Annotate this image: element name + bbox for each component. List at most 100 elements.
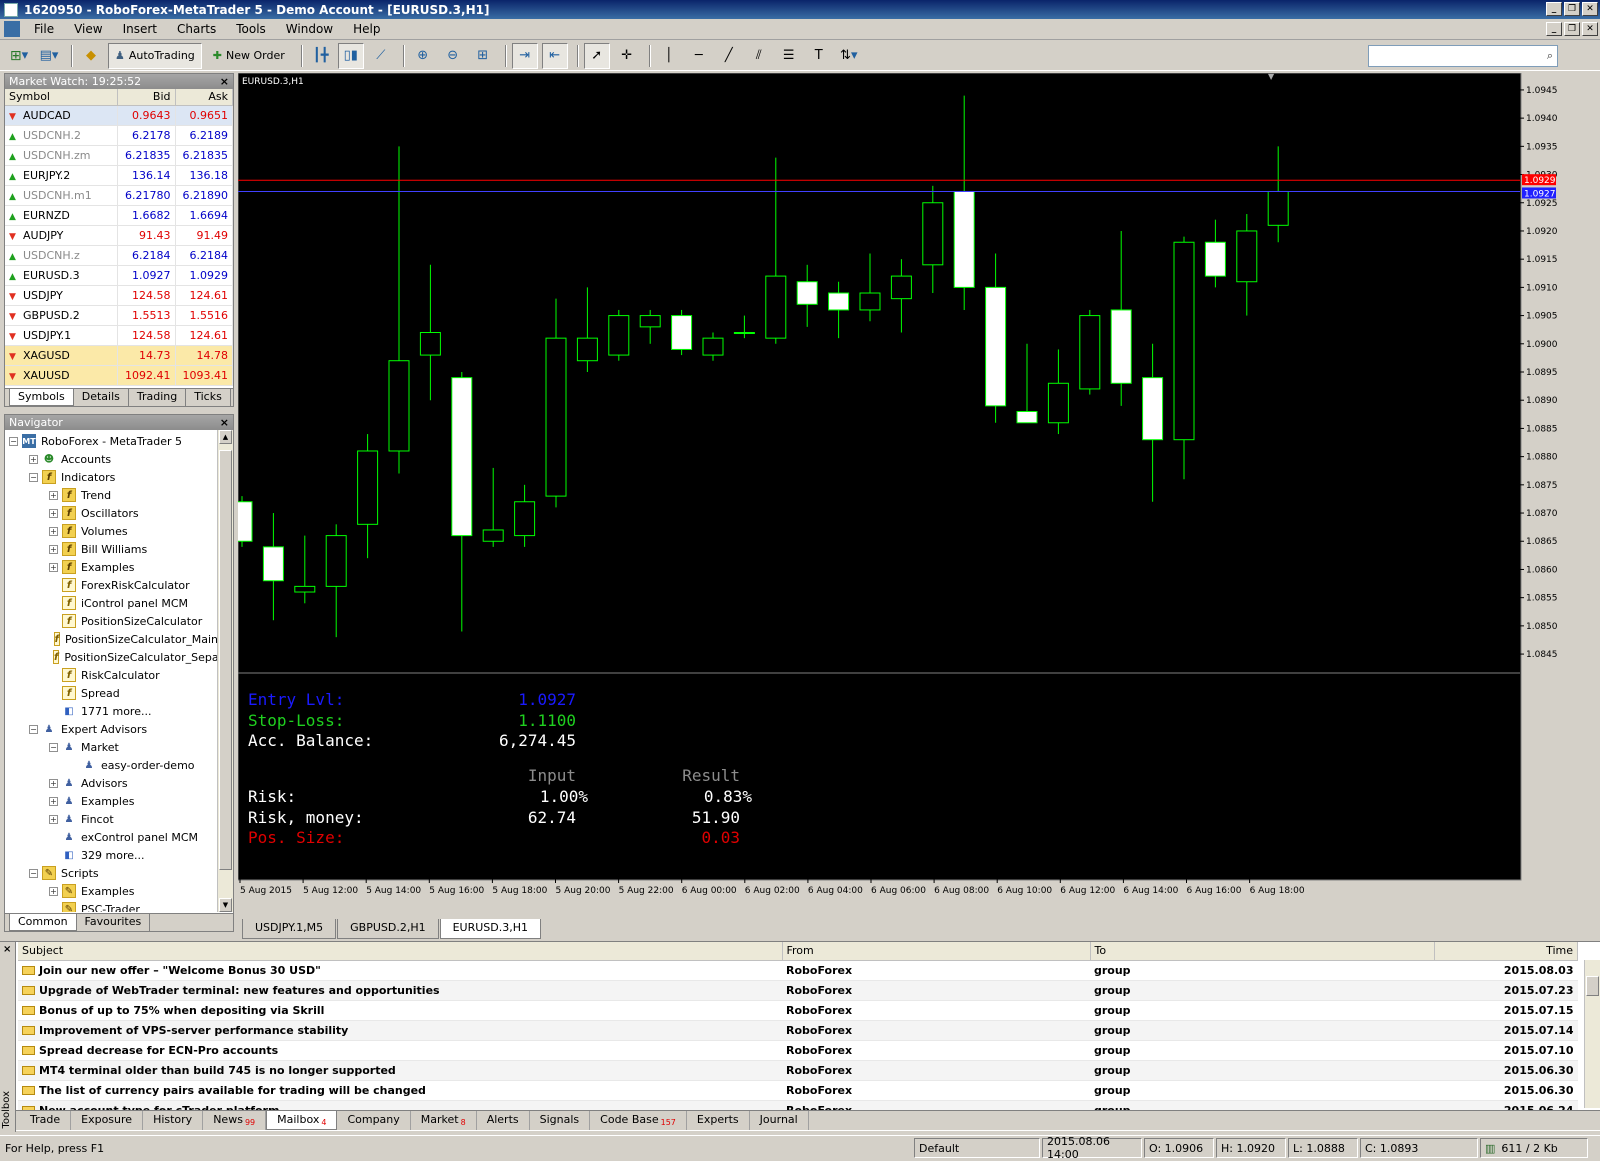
- chart-window-icon[interactable]: [4, 21, 20, 37]
- symbol-cell[interactable]: ▲ EURUSD.3: [5, 265, 118, 286]
- column-ask[interactable]: Ask: [175, 89, 233, 106]
- autoscroll-button[interactable]: ⇥: [511, 42, 538, 69]
- scroll-thumb[interactable]: [219, 450, 232, 870]
- mailbox-scrollbar[interactable]: [1584, 960, 1600, 1108]
- navigator-item[interactable]: − ♟ Expert Advisors: [5, 720, 218, 738]
- menu-file[interactable]: File: [24, 22, 64, 36]
- expand-icon[interactable]: +: [49, 778, 58, 788]
- symbol-cell[interactable]: ▲ USDCNH.zm: [5, 145, 118, 166]
- expand-icon[interactable]: +: [49, 544, 58, 554]
- metaeditor-button[interactable]: ◆: [78, 43, 104, 69]
- market-watch-row[interactable]: ▲ USDCNH.zm 6.21835 6.21835: [5, 145, 233, 166]
- mail-subject-cell[interactable]: Join our new offer – "Welcome Bonus 30 U…: [18, 960, 782, 981]
- menu-tools[interactable]: Tools: [226, 22, 276, 36]
- expand-icon[interactable]: +: [49, 490, 58, 500]
- mail-subject-cell[interactable]: MT4 terminal older than build 745 is no …: [18, 1060, 782, 1081]
- navigator-item[interactable]: − ✎ Scripts: [5, 864, 218, 882]
- navigator-item[interactable]: + f Trend: [5, 486, 218, 504]
- chart-shift-icon[interactable]: ▼: [1268, 73, 1275, 81]
- new-chart-button[interactable]: ⊞ ▾: [6, 43, 32, 69]
- navigator-scrollbar[interactable]: ▲ ▼: [217, 430, 233, 912]
- navigator-item[interactable]: f ForexRiskCalculator: [5, 576, 218, 594]
- collapse-icon[interactable]: −: [49, 742, 58, 752]
- symbol-cell[interactable]: ▲ EURJPY.2: [5, 165, 118, 186]
- close-button[interactable]: ✕: [1582, 2, 1598, 16]
- navigator-item[interactable]: ◧ 1771 more...: [5, 702, 218, 720]
- menu-help[interactable]: Help: [343, 22, 390, 36]
- close-icon[interactable]: ×: [220, 416, 229, 429]
- mail-subject-cell[interactable]: Bonus of up to 75% when depositing via S…: [18, 1000, 782, 1021]
- expand-icon[interactable]: +: [49, 886, 58, 896]
- mail-subject-cell[interactable]: Upgrade of WebTrader terminal: new featu…: [18, 980, 782, 1001]
- collapse-icon[interactable]: −: [29, 868, 38, 878]
- mail-row[interactable]: Join our new offer – "Welcome Bonus 30 U…: [18, 960, 1578, 981]
- expand-icon[interactable]: +: [29, 454, 38, 464]
- collapse-icon[interactable]: −: [29, 724, 38, 734]
- navigator-item[interactable]: + f Examples: [5, 558, 218, 576]
- toolbox-tab[interactable]: Code Base 157: [590, 1111, 687, 1130]
- navigator-item[interactable]: + f Volumes: [5, 522, 218, 540]
- expand-icon[interactable]: +: [49, 814, 58, 824]
- column-from[interactable]: From: [782, 942, 1091, 961]
- toolbox-tab[interactable]: Exposure: [71, 1111, 144, 1130]
- mdi-minimize-button[interactable]: _: [1546, 22, 1562, 36]
- symbol-cell[interactable]: ▼ GBPUSD.2: [5, 305, 118, 326]
- bar-chart-button[interactable]: ┃╋: [308, 43, 334, 69]
- menu-view[interactable]: View: [64, 22, 112, 36]
- market-watch-row[interactable]: ▼ XAUUSD 1092.41 1093.41: [5, 365, 233, 386]
- chart-tab[interactable]: GBPUSD.2,H1: [337, 919, 439, 939]
- navigator-item[interactable]: + ☻ Accounts: [5, 450, 218, 468]
- tab-favourites[interactable]: Favourites: [77, 914, 151, 931]
- market-watch-row[interactable]: ▲ EURNZD 1.6682 1.6694: [5, 205, 233, 226]
- navigator-item[interactable]: + ♟ Advisors: [5, 774, 218, 792]
- collapse-icon[interactable]: −: [29, 472, 38, 482]
- toolbox-tab[interactable]: Trade: [20, 1111, 72, 1130]
- market-watch-row[interactable]: ▼ USDJPY.1 124.58 124.61: [5, 325, 233, 346]
- mail-row[interactable]: The list of currency pairs available for…: [18, 1080, 1578, 1101]
- navigator-item[interactable]: + ♟ Fincot: [5, 810, 218, 828]
- navigator-item[interactable]: − MT RoboForex - MetaTrader 5: [5, 432, 218, 450]
- expand-icon[interactable]: +: [49, 526, 58, 536]
- symbol-cell[interactable]: ▼ USDJPY: [5, 285, 118, 306]
- tab-details[interactable]: Details: [74, 389, 129, 406]
- tab-ticks[interactable]: Ticks: [186, 389, 231, 406]
- restore-button[interactable]: ❐: [1564, 2, 1580, 16]
- navigator-item[interactable]: + ♟ Examples: [5, 792, 218, 810]
- symbol-cell[interactable]: ▲ USDCNH.z: [5, 245, 118, 266]
- new-order-button[interactable]: ✚ New Order: [206, 43, 292, 69]
- zoom-in-button[interactable]: ⊕: [410, 43, 436, 69]
- chart-plot-area[interactable]: [238, 73, 1522, 881]
- market-watch-row[interactable]: ▼ XAGUSD 14.73 14.78: [5, 345, 233, 366]
- market-watch-row[interactable]: ▲ USDCNH.2 6.2178 6.2189: [5, 125, 233, 146]
- search-input[interactable]: ⌕: [1368, 45, 1558, 67]
- tab-trading[interactable]: Trading: [129, 389, 187, 406]
- column-time[interactable]: Time: [1434, 942, 1578, 961]
- chart-tab[interactable]: EURUSD.3,H1: [439, 919, 542, 939]
- menu-insert[interactable]: Insert: [113, 22, 167, 36]
- navigator-item[interactable]: + f Bill Williams: [5, 540, 218, 558]
- column-symbol[interactable]: Symbol: [5, 89, 118, 106]
- toolbox-tab[interactable]: Signals: [530, 1111, 591, 1130]
- menu-charts[interactable]: Charts: [167, 22, 226, 36]
- trendline-button[interactable]: ╱: [716, 43, 742, 69]
- chart-shift-button[interactable]: ⇤: [541, 42, 568, 69]
- market-watch-row[interactable]: ▲ EURUSD.3 1.0927 1.0929: [5, 265, 233, 286]
- mdi-restore-button[interactable]: ❐: [1564, 22, 1580, 36]
- scroll-up-icon[interactable]: ▲: [219, 430, 232, 444]
- tile-windows-button[interactable]: ⊞: [470, 43, 496, 69]
- navigator-item[interactable]: ♟ easy-order-demo: [5, 756, 218, 774]
- toolbox-tab[interactable]: Company: [337, 1111, 411, 1130]
- expand-icon[interactable]: +: [49, 562, 58, 572]
- scroll-thumb[interactable]: [1586, 976, 1599, 996]
- symbol-cell[interactable]: ▼ XAUUSD: [5, 365, 118, 386]
- vertical-line-button[interactable]: │: [656, 43, 682, 69]
- chart-window[interactable]: 1.09451.09401.09351.09301.09251.09201.09…: [238, 73, 1600, 917]
- profiles-button[interactable]: ▤ ▾: [36, 43, 62, 69]
- chart-tab[interactable]: USDJPY.1,M5: [242, 919, 337, 939]
- market-watch-row[interactable]: ▼ AUDJPY 91.43 91.49: [5, 225, 233, 246]
- autotrading-button[interactable]: ♟ AutoTrading: [108, 42, 202, 69]
- mail-row[interactable]: Upgrade of WebTrader terminal: new featu…: [18, 980, 1578, 1001]
- mail-subject-cell[interactable]: Improvement of VPS-server performance st…: [18, 1020, 782, 1041]
- market-watch-row[interactable]: ▼ USDJPY 124.58 124.61: [5, 285, 233, 306]
- navigator-item[interactable]: f Spread: [5, 684, 218, 702]
